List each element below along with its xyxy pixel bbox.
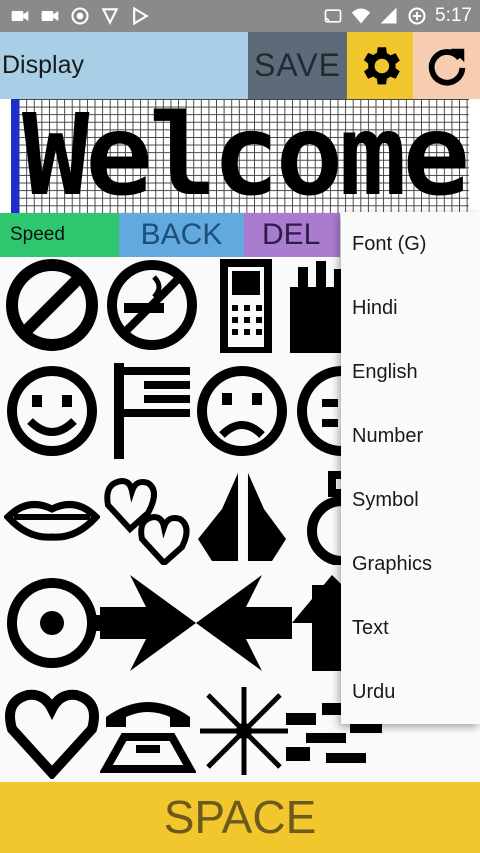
led-cursor: [11, 99, 19, 213]
toolbar: Display SAVE: [0, 32, 480, 99]
cast-icon: [324, 9, 342, 23]
lips-icon[interactable]: [3, 469, 101, 565]
telephone-icon[interactable]: [99, 683, 197, 779]
settings-button[interactable]: [347, 32, 413, 99]
speed-button[interactable]: Speed: [0, 213, 119, 257]
del-button[interactable]: DEL: [244, 213, 340, 257]
menu-item-english[interactable]: English: [341, 340, 480, 404]
game-icon: [101, 8, 119, 25]
menu-item-hindi[interactable]: Hindi: [341, 276, 480, 340]
menu-item-text[interactable]: Text: [341, 596, 480, 660]
back-button[interactable]: BACK: [119, 213, 244, 257]
play-store-icon: [133, 6, 149, 26]
status-bar: 5:17: [0, 0, 480, 32]
sad-face-icon[interactable]: [194, 363, 290, 459]
space-button[interactable]: SPACE: [0, 782, 480, 853]
data-saver-icon: [408, 7, 426, 25]
heart-icon[interactable]: [4, 683, 100, 781]
sparkle-icon[interactable]: [196, 683, 292, 779]
menu-item-font-g[interactable]: Font (G): [341, 212, 480, 276]
refresh-icon: [428, 48, 465, 85]
arrow-left-icon[interactable]: [196, 575, 292, 671]
video-icon: [11, 11, 29, 21]
menu-item-graphics[interactable]: Graphics: [341, 532, 480, 596]
refresh-button[interactable]: [413, 32, 480, 99]
dropdown-menu: Font (G) Hindi English Number Symbol Gra…: [341, 212, 480, 724]
target-arrow-icon[interactable]: [4, 575, 100, 671]
hearts-icon[interactable]: [100, 469, 196, 568]
menu-item-symbol[interactable]: Symbol: [341, 468, 480, 532]
clock: 5:17: [435, 5, 472, 26]
signal-icon: [380, 7, 397, 24]
arrow-right-icon[interactable]: [100, 575, 196, 671]
save-button[interactable]: SAVE: [248, 32, 347, 99]
gear-icon: [363, 46, 400, 84]
led-display[interactable]: Welcome: [0, 99, 480, 213]
menu-item-number[interactable]: Number: [341, 404, 480, 468]
video-icon: [41, 11, 59, 21]
led-text: Welcome: [22, 99, 470, 213]
display-label[interactable]: Display: [0, 32, 248, 99]
menu-item-urdu[interactable]: Urdu: [341, 660, 480, 724]
record-icon: [71, 7, 89, 25]
wifi-icon: [351, 8, 371, 24]
flag-icon[interactable]: [104, 363, 200, 459]
praying-hands-icon[interactable]: [194, 469, 290, 565]
smiley-face-icon[interactable]: [4, 363, 100, 459]
no-entry-icon[interactable]: [4, 257, 100, 353]
no-smoking-icon[interactable]: [104, 257, 200, 353]
